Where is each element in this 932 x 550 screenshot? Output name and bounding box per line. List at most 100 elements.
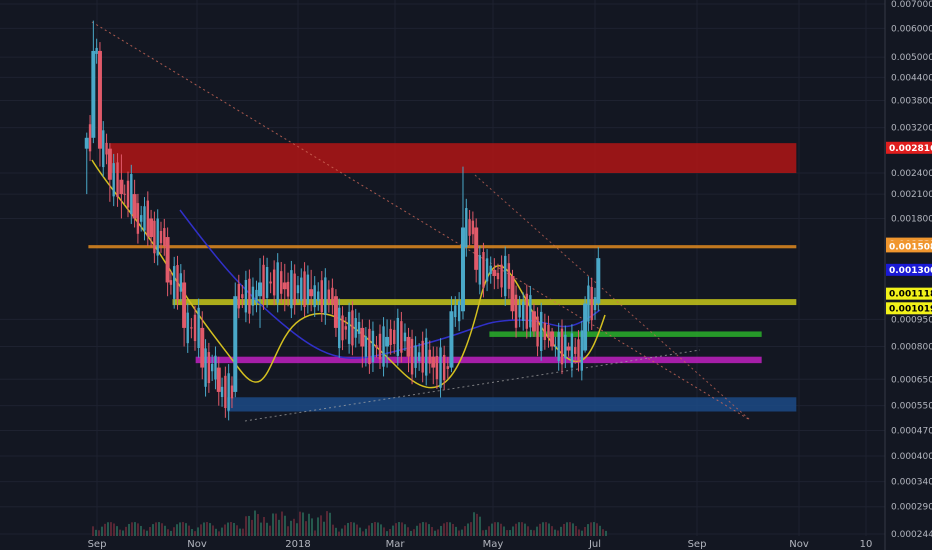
volume-bar: [521, 522, 523, 536]
candle-body: [446, 366, 450, 369]
candle-body: [313, 285, 316, 308]
y-tick-label: 0.000340: [891, 478, 932, 488]
price-tag-label: 0.002816: [889, 144, 932, 154]
volume-bar: [104, 523, 106, 536]
volume-bar: [440, 525, 442, 536]
candle-body: [507, 263, 511, 289]
x-tick-label: Sep: [88, 539, 107, 550]
volume-bar: [494, 522, 496, 536]
volume-bar: [155, 522, 157, 536]
candle-body: [554, 346, 557, 348]
x-tick-label: Mar: [386, 539, 406, 550]
volume-bar: [347, 522, 349, 536]
volume-bar: [374, 522, 376, 536]
candle-body: [564, 334, 567, 359]
volume-bar: [146, 530, 148, 536]
volume-bar: [467, 523, 469, 536]
candle-body: [471, 220, 475, 235]
candle-body: [248, 278, 251, 314]
candle-body: [182, 282, 187, 328]
candle-body: [525, 293, 528, 329]
candle-body: [587, 285, 590, 322]
candle-body: [163, 228, 166, 247]
volume-bar: [284, 515, 286, 536]
volume-bar: [233, 522, 235, 536]
volume-bar: [593, 522, 595, 536]
volume-bar: [539, 523, 541, 536]
volume-bar: [512, 526, 514, 536]
candle-body: [354, 318, 357, 338]
y-tick-label: 0.000290: [891, 503, 932, 513]
candle-body: [536, 316, 539, 347]
candle-body: [504, 255, 507, 297]
volume-bar: [344, 525, 346, 536]
candle-body: [300, 277, 303, 301]
candle-body: [169, 280, 173, 285]
candle-body: [95, 47, 98, 54]
volume-bar: [224, 524, 226, 536]
volume-bar: [569, 522, 571, 536]
volume-bar: [389, 529, 391, 536]
candle-body: [518, 305, 521, 318]
volume-bar: [311, 518, 313, 536]
volume-bar: [491, 523, 493, 536]
candle-body: [375, 345, 378, 348]
candle-body: [439, 347, 442, 388]
volume-bar: [368, 525, 370, 536]
volume-bar: [548, 523, 550, 536]
chart-background: [0, 0, 932, 550]
candle-body: [91, 50, 96, 138]
candle-body: [290, 270, 293, 309]
y-tick-label: 0.002100: [891, 190, 932, 200]
candle-body: [327, 289, 331, 303]
level-line-orange: [88, 245, 797, 249]
candle-body: [97, 50, 102, 149]
candle-body: [410, 338, 414, 375]
volume-bar: [584, 527, 586, 536]
volume-bar: [230, 522, 232, 536]
candle-body: [492, 269, 497, 277]
volume-bar: [320, 515, 322, 536]
candle-body: [210, 363, 214, 372]
volume-bar: [437, 529, 439, 536]
volume-bar: [272, 513, 274, 536]
volume-bar: [236, 525, 238, 536]
volume-bar: [356, 524, 358, 536]
volume-bar: [530, 529, 532, 536]
volume-bar: [137, 523, 139, 536]
volume-bar: [170, 530, 172, 536]
candle-body: [286, 281, 290, 297]
volume-bar: [197, 527, 199, 536]
candle-body: [176, 265, 179, 300]
y-tick-label: 0.004400: [891, 73, 932, 83]
candle-body: [149, 218, 154, 238]
candle-body: [580, 330, 583, 371]
candle-body: [265, 266, 269, 298]
volume-bar: [206, 522, 208, 536]
volume-bar: [329, 512, 331, 536]
candle-body: [165, 237, 170, 283]
volume-bar: [269, 525, 271, 536]
candle-body: [570, 333, 574, 368]
candle-body: [237, 284, 241, 309]
volume-bar: [245, 516, 247, 536]
volume-bar: [218, 531, 220, 536]
candle-body: [344, 326, 348, 330]
volume-bar: [560, 526, 562, 536]
volume-bar: [422, 522, 424, 536]
candle-body: [276, 262, 279, 303]
volume-bar: [365, 528, 367, 536]
volume-bar: [446, 522, 448, 536]
volume-bar: [605, 530, 607, 536]
volume-bar: [371, 523, 373, 536]
volume-bar: [362, 531, 364, 536]
price-chart[interactable]: 0.007000 0.006000 0.005000 0.004400 0.003800…: [0, 0, 932, 550]
y-tick-label: 0.000550: [891, 402, 932, 412]
volume-bar: [149, 527, 151, 536]
volume-bar: [587, 524, 589, 536]
x-tick-label: 10: [860, 539, 873, 550]
volume-bar: [434, 530, 436, 536]
candle-body: [414, 345, 417, 368]
candle-body: [378, 333, 382, 360]
candle-body: [560, 328, 564, 365]
